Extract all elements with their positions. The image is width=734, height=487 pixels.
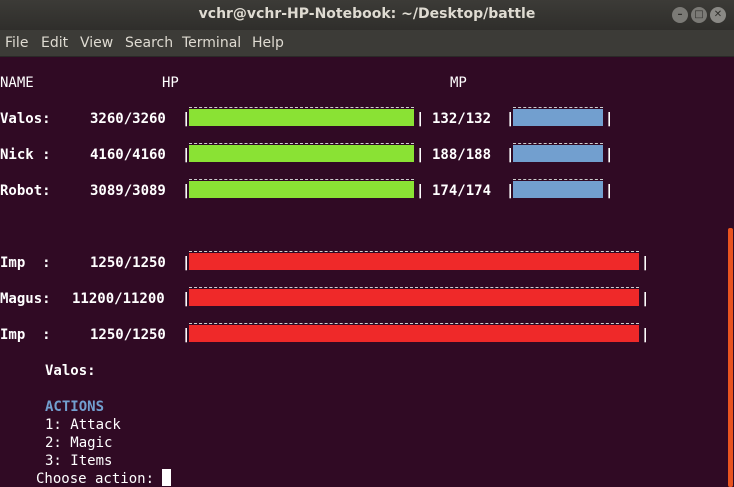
terminal-window: vchr@vchr-HP-Notebook: ~/Desktop/battle …	[0, 0, 734, 487]
party-name: Valos:	[0, 111, 51, 127]
party-name: Nick :	[0, 147, 51, 163]
enemy-hp-bar	[189, 325, 639, 342]
party-hp-value: 3260/3260	[90, 111, 166, 127]
bar-top-line	[513, 179, 603, 180]
menu-bar: File Edit View Search Terminal Help	[0, 30, 734, 57]
action-option-magic: 2: Magic	[45, 435, 113, 451]
bar-top-line	[513, 143, 603, 144]
party-mp-value: 188/188	[432, 147, 492, 163]
bar-bracket: |	[605, 111, 614, 127]
party-mp-bar	[513, 109, 603, 126]
bar-top-line	[189, 107, 414, 108]
bar-bracket: |	[641, 327, 650, 343]
enemy-hp-value: 1250/1250	[90, 255, 166, 271]
action-option-attack: 1: Attack	[45, 417, 121, 433]
party-hp-bar	[189, 109, 414, 126]
menu-help[interactable]: Help	[252, 35, 284, 51]
header-mp: MP	[450, 75, 467, 91]
party-hp-value: 4160/4160	[90, 147, 166, 163]
header-hp: HP	[162, 75, 179, 91]
menu-terminal[interactable]: Terminal	[182, 35, 241, 51]
party-hp-bar	[189, 181, 414, 198]
bar-bracket: |	[641, 291, 650, 307]
party-mp-value: 132/132	[432, 111, 492, 127]
enemy-name: Magus:	[0, 291, 51, 307]
bar-top-line	[189, 179, 414, 180]
enemy-hp-bar	[189, 253, 639, 270]
bar-bracket: |	[416, 111, 425, 127]
maximize-icon[interactable]: □	[691, 7, 707, 23]
bar-top-line	[189, 287, 639, 288]
bar-top-line	[189, 143, 414, 144]
party-name: Robot:	[0, 183, 51, 199]
minimize-icon[interactable]: –	[672, 7, 688, 23]
title-bar[interactable]: vchr@vchr-HP-Notebook: ~/Desktop/battle …	[0, 0, 734, 30]
bar-bracket: |	[641, 255, 650, 271]
party-hp-value: 3089/3089	[90, 183, 166, 199]
menu-edit[interactable]: Edit	[41, 35, 68, 51]
menu-view[interactable]: View	[80, 35, 113, 51]
party-mp-value: 174/174	[432, 183, 492, 199]
enemy-name: Imp :	[0, 327, 51, 343]
menu-search[interactable]: Search	[125, 35, 173, 51]
party-mp-bar	[513, 145, 603, 162]
bar-bracket: |	[605, 183, 614, 199]
enemy-hp-value: 1250/1250	[90, 327, 166, 343]
current-character: Valos:	[45, 363, 96, 379]
party-hp-bar	[189, 145, 414, 162]
action-option-items: 3: Items	[45, 453, 113, 469]
party-mp-bar	[513, 181, 603, 198]
header-name: NAME	[0, 75, 34, 91]
enemy-name: Imp :	[0, 255, 51, 271]
action-prompt: Choose action:	[36, 471, 155, 487]
bar-top-line	[189, 323, 639, 324]
actions-heading: ACTIONS	[45, 399, 105, 415]
enemy-hp-bar	[189, 289, 639, 306]
bar-bracket: |	[416, 183, 425, 199]
scrollbar-thumb[interactable]	[728, 228, 733, 487]
enemy-hp-value: 11200/11200	[72, 291, 165, 307]
text-cursor[interactable]	[162, 469, 171, 486]
menu-file[interactable]: File	[5, 35, 28, 51]
bar-bracket: |	[605, 147, 614, 163]
bar-bracket: |	[416, 147, 425, 163]
bar-top-line	[189, 251, 639, 252]
window-title: vchr@vchr-HP-Notebook: ~/Desktop/battle	[198, 6, 536, 22]
close-icon[interactable]: ✕	[710, 7, 726, 23]
bar-top-line	[513, 107, 603, 108]
